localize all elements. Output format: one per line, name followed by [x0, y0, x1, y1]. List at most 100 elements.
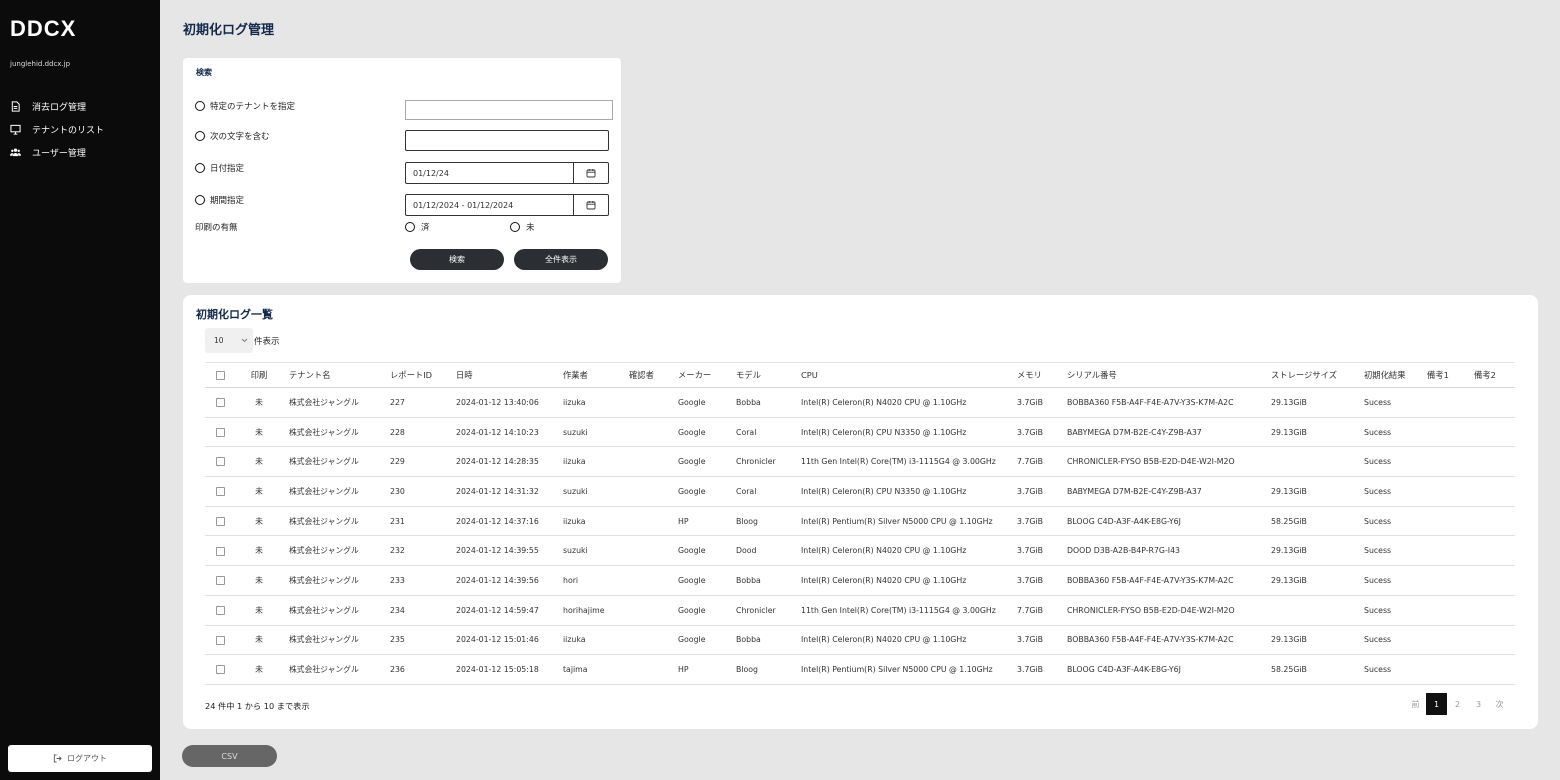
cell-memory: 3.7GiB [1011, 506, 1061, 537]
sidebar-item-user-management[interactable]: ユーザー管理 [0, 141, 160, 164]
table-row[interactable]: 未株式会社ジャングル 235 2024-01-12 15:01:46 iizuka Go… [205, 625, 1515, 656]
sidebar-item-label: テナントのリスト [32, 126, 105, 136]
page-button-3[interactable]: 3 [1468, 693, 1489, 715]
row-select-cell[interactable] [205, 654, 235, 685]
column-header[interactable]: メーカー [672, 362, 730, 388]
row-select-cell[interactable] [205, 565, 235, 596]
sidebar: DDCX junglehid.ddcx.jp 消去ログ管理 テナントのリスト ユ… [0, 0, 160, 780]
sidebar-item-erase-log[interactable]: 消去ログ管理 [0, 95, 160, 118]
prev-page-button[interactable]: 前 [1405, 693, 1426, 715]
row-select-cell[interactable] [205, 535, 235, 567]
row-checkbox[interactable] [215, 605, 225, 615]
cell-serial-number: BOBBA360 F5B-A4F-F4E-A7V-Y3S-K7M-A2C [1061, 625, 1265, 656]
row-select-cell[interactable] [205, 446, 235, 478]
page-button-2[interactable]: 2 [1447, 693, 1468, 715]
column-header[interactable]: CPU [795, 362, 1011, 388]
row-select-cell[interactable] [205, 417, 235, 448]
radio-tenant-label: 特定のテナントを指定 [210, 102, 296, 112]
column-header[interactable]: レポートID [384, 362, 450, 388]
table-row[interactable]: 未株式会社ジャングル 232 2024-01-12 14:39:55 suzuki Go… [205, 535, 1515, 567]
table-row[interactable]: 未株式会社ジャングル 236 2024-01-12 15:05:18 tajima HP… [205, 654, 1515, 685]
radio-circle[interactable] [405, 222, 415, 232]
radio-period[interactable]: 期間指定 [195, 194, 244, 206]
cell-datetime: 2024-01-12 13:40:06 [450, 387, 557, 418]
row-select-cell[interactable] [205, 506, 235, 537]
row-select-cell[interactable] [205, 595, 235, 626]
per-page-select[interactable]: 10 [205, 328, 253, 353]
cell-tenant-name: 株式会社ジャングル [283, 654, 384, 685]
table-row[interactable]: 未株式会社ジャングル 231 2024-01-12 14:37:16 iizuka HP… [205, 506, 1515, 537]
column-header[interactable]: 備考2 [1468, 362, 1515, 388]
cell-note2 [1468, 446, 1515, 478]
date-value[interactable]: 01/12/24 [406, 163, 573, 183]
table-row[interactable]: 未株式会社ジャングル 230 2024-01-12 14:31:32 suzuki Go… [205, 476, 1515, 507]
column-header[interactable]: シリアル番号 [1061, 362, 1265, 388]
row-checkbox[interactable] [215, 398, 225, 408]
table-row[interactable]: 未株式会社ジャングル 227 2024-01-12 13:40:06 iizuka Go… [205, 387, 1515, 418]
radio-circle[interactable] [510, 222, 520, 232]
cell-datetime: 2024-01-12 14:37:16 [450, 506, 557, 537]
contains-input[interactable] [405, 130, 609, 151]
table-row[interactable]: 未株式会社ジャングル 229 2024-01-12 14:28:35 iizuka Go… [205, 446, 1515, 478]
radio-contains[interactable]: 次の文字を含む [195, 130, 270, 142]
column-header[interactable]: 印刷 [235, 362, 283, 388]
row-checkbox[interactable] [215, 665, 225, 675]
cell-print-status: 未 [235, 565, 283, 596]
search-heading: 検索 [196, 68, 212, 77]
cell-maker: Google [672, 417, 730, 448]
select-all-checkbox[interactable] [215, 371, 225, 380]
radio-tenant[interactable]: 特定のテナントを指定 [195, 100, 295, 112]
period-calendar-button[interactable] [573, 195, 608, 215]
cell-note2 [1468, 476, 1515, 507]
tenant-input[interactable] [405, 100, 613, 120]
sidebar-item-label: 消去ログ管理 [32, 103, 87, 113]
row-checkbox[interactable] [215, 427, 225, 437]
csv-export-button[interactable]: CSV [182, 745, 277, 767]
row-checkbox[interactable] [215, 516, 225, 526]
column-header[interactable]: 作業者 [557, 362, 623, 388]
radio-date-label: 日付指定 [210, 164, 245, 174]
logout-button[interactable]: ログアウト [8, 745, 152, 772]
page-button-1[interactable]: 1 [1426, 693, 1447, 715]
column-header[interactable]: モデル [730, 362, 795, 388]
cell-print-status: 未 [235, 506, 283, 537]
column-header[interactable]: 初期化結果 [1358, 362, 1421, 388]
next-page-button[interactable]: 次 [1489, 693, 1510, 715]
cell-note2 [1468, 595, 1515, 626]
radio-printed[interactable]: 済 [405, 221, 430, 233]
row-checkbox[interactable] [215, 546, 225, 556]
row-checkbox[interactable] [215, 457, 225, 467]
search-button[interactable]: 検索 [410, 249, 504, 270]
date-calendar-button[interactable] [573, 163, 608, 183]
radio-circle[interactable] [195, 101, 205, 111]
show-all-button[interactable]: 全件表示 [514, 249, 608, 270]
column-header[interactable]: 確認者 [623, 362, 672, 388]
table-row[interactable]: 未株式会社ジャングル 234 2024-01-12 14:59:47 horihaji… [205, 595, 1515, 626]
table-row[interactable]: 未株式会社ジャングル 233 2024-01-12 14:39:56 hori Goog… [205, 565, 1515, 596]
row-checkbox[interactable] [215, 635, 225, 645]
radio-circle[interactable] [195, 195, 205, 205]
column-header[interactable]: 日時 [450, 362, 557, 388]
select-all-cell[interactable] [205, 362, 235, 388]
radio-not-printed[interactable]: 未 [510, 221, 535, 233]
cell-note1 [1421, 654, 1468, 685]
radio-date[interactable]: 日付指定 [195, 162, 244, 174]
period-picker[interactable]: 01/12/2024 - 01/12/2024 [405, 194, 609, 216]
row-select-cell[interactable] [205, 387, 235, 418]
table-row[interactable]: 未株式会社ジャングル 228 2024-01-12 14:10:23 suzuki Go… [205, 417, 1515, 448]
radio-circle[interactable] [195, 163, 205, 173]
row-checkbox[interactable] [215, 576, 225, 586]
radio-circle[interactable] [195, 131, 205, 141]
period-value[interactable]: 01/12/2024 - 01/12/2024 [406, 195, 573, 215]
date-picker[interactable]: 01/12/24 [405, 162, 609, 184]
cell-print-status: 未 [235, 625, 283, 656]
column-header[interactable]: ストレージサイズ [1265, 362, 1358, 388]
column-header[interactable]: テナント名 [283, 362, 384, 388]
column-header[interactable]: メモリ [1011, 362, 1061, 388]
cell-operator: suzuki [557, 476, 623, 507]
sidebar-item-tenant-list[interactable]: テナントのリスト [0, 118, 160, 141]
row-select-cell[interactable] [205, 625, 235, 656]
column-header[interactable]: 備考1 [1421, 362, 1468, 388]
row-select-cell[interactable] [205, 476, 235, 507]
row-checkbox[interactable] [215, 487, 225, 497]
